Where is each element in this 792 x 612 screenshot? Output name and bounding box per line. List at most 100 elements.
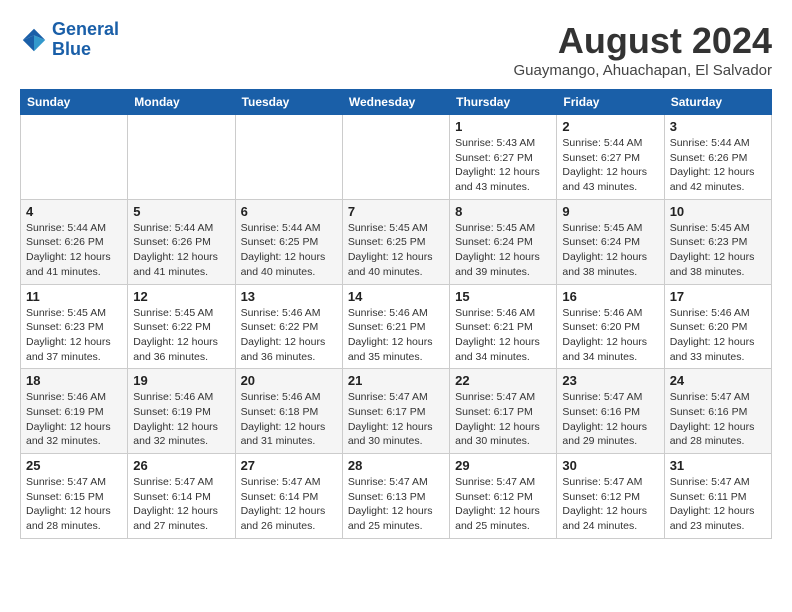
day-info: Sunrise: 5:44 AM Sunset: 6:26 PM Dayligh… [670, 136, 766, 195]
header-friday: Friday [557, 90, 664, 115]
day-info: Sunrise: 5:46 AM Sunset: 6:21 PM Dayligh… [348, 306, 444, 365]
week-row-3: 18Sunrise: 5:46 AM Sunset: 6:19 PM Dayli… [21, 369, 772, 454]
calendar-cell: 18Sunrise: 5:46 AM Sunset: 6:19 PM Dayli… [21, 369, 128, 454]
day-info: Sunrise: 5:47 AM Sunset: 6:13 PM Dayligh… [348, 475, 444, 534]
day-info: Sunrise: 5:47 AM Sunset: 6:16 PM Dayligh… [562, 390, 658, 449]
day-info: Sunrise: 5:47 AM Sunset: 6:12 PM Dayligh… [455, 475, 551, 534]
calendar-body: 1Sunrise: 5:43 AM Sunset: 6:27 PM Daylig… [21, 115, 772, 539]
day-number: 7 [348, 204, 444, 219]
calendar-cell: 30 Sunrise: 5:47 AM Sunset: 6:12 PM Dayli… [557, 454, 664, 539]
logo-line2: Blue [52, 39, 91, 59]
calendar-cell: 5 Sunrise: 5:44 AM Sunset: 6:26 PM Daylig… [128, 199, 235, 284]
calendar-cell: 4 Sunrise: 5:44 AM Sunset: 6:26 PM Daylig… [21, 199, 128, 284]
week-row-2: 11 Sunrise: 5:45 AM Sunset: 6:23 PM Dayli… [21, 284, 772, 369]
logo-icon [20, 26, 48, 54]
calendar-cell: 23Sunrise: 5:47 AM Sunset: 6:16 PM Dayli… [557, 369, 664, 454]
month-title: August 2024 [513, 20, 772, 62]
calendar-cell: 2 Sunrise: 5:44 AM Sunset: 6:27 PM Daylig… [557, 115, 664, 200]
calendar-cell: 13 Sunrise: 5:46 AM Sunset: 6:22 PM Dayli… [235, 284, 342, 369]
day-info: Sunrise: 5:46 AM Sunset: 6:22 PM Dayligh… [241, 306, 337, 365]
day-number: 4 [26, 204, 122, 219]
day-info: Sunrise: 5:47 AM Sunset: 6:12 PM Dayligh… [562, 475, 658, 534]
calendar-table: SundayMondayTuesdayWednesdayThursdayFrid… [20, 89, 772, 539]
location: Guaymango, Ahuachapan, El Salvador [513, 62, 772, 79]
calendar-cell: 26 Sunrise: 5:47 AM Sunset: 6:14 PM Dayli… [128, 454, 235, 539]
calendar-cell: 17 Sunrise: 5:46 AM Sunset: 6:20 PM Dayli… [664, 284, 771, 369]
day-number: 29 [455, 458, 551, 473]
day-info: Sunrise: 5:46 AM Sunset: 6:20 PM Dayligh… [670, 306, 766, 365]
day-info: Sunrise: 5:44 AM Sunset: 6:27 PM Dayligh… [562, 136, 658, 195]
day-number: 13 [241, 289, 337, 304]
header-wednesday: Wednesday [342, 90, 449, 115]
day-number: 28 [348, 458, 444, 473]
day-number: 8 [455, 204, 551, 219]
day-info: Sunrise: 5:45 AM Sunset: 6:23 PM Dayligh… [670, 221, 766, 280]
day-info: Sunrise: 5:47 AM Sunset: 6:15 PM Dayligh… [26, 475, 122, 534]
calendar-cell [235, 115, 342, 200]
logo-line1: General [52, 19, 119, 39]
day-info: Sunrise: 5:45 AM Sunset: 6:22 PM Dayligh… [133, 306, 229, 365]
day-number: 27 [241, 458, 337, 473]
day-info: Sunrise: 5:45 AM Sunset: 6:24 PM Dayligh… [455, 221, 551, 280]
day-info: Sunrise: 5:45 AM Sunset: 6:25 PM Dayligh… [348, 221, 444, 280]
calendar-cell: 10 Sunrise: 5:45 AM Sunset: 6:23 PM Dayli… [664, 199, 771, 284]
calendar-cell: 15 Sunrise: 5:46 AM Sunset: 6:21 PM Dayli… [450, 284, 557, 369]
day-number: 26 [133, 458, 229, 473]
logo: General Blue [20, 20, 119, 60]
day-number: 3 [670, 119, 766, 134]
day-info: Sunrise: 5:47 AM Sunset: 6:16 PM Dayligh… [670, 390, 766, 449]
day-number: 16 [562, 289, 658, 304]
day-number: 14 [348, 289, 444, 304]
header-row: SundayMondayTuesdayWednesdayThursdayFrid… [21, 90, 772, 115]
calendar-cell: 7 Sunrise: 5:45 AM Sunset: 6:25 PM Daylig… [342, 199, 449, 284]
calendar-cell: 29 Sunrise: 5:47 AM Sunset: 6:12 PM Dayli… [450, 454, 557, 539]
calendar-cell: 9Sunrise: 5:45 AM Sunset: 6:24 PM Daylig… [557, 199, 664, 284]
calendar-cell: 12Sunrise: 5:45 AM Sunset: 6:22 PM Dayli… [128, 284, 235, 369]
day-number: 10 [670, 204, 766, 219]
header-thursday: Thursday [450, 90, 557, 115]
calendar-cell: 28 Sunrise: 5:47 AM Sunset: 6:13 PM Dayli… [342, 454, 449, 539]
day-info: Sunrise: 5:44 AM Sunset: 6:26 PM Dayligh… [26, 221, 122, 280]
day-number: 11 [26, 289, 122, 304]
calendar-cell: 6Sunrise: 5:44 AM Sunset: 6:25 PM Daylig… [235, 199, 342, 284]
day-info: Sunrise: 5:47 AM Sunset: 6:11 PM Dayligh… [670, 475, 766, 534]
logo-text: General Blue [52, 20, 119, 60]
day-number: 17 [670, 289, 766, 304]
day-number: 15 [455, 289, 551, 304]
day-number: 21 [348, 373, 444, 388]
calendar-cell: 25Sunrise: 5:47 AM Sunset: 6:15 PM Dayli… [21, 454, 128, 539]
title-block: August 2024 Guaymango, Ahuachapan, El Sa… [513, 20, 772, 79]
day-info: Sunrise: 5:47 AM Sunset: 6:14 PM Dayligh… [133, 475, 229, 534]
page-header: General Blue August 2024 Guaymango, Ahua… [20, 20, 772, 79]
day-info: Sunrise: 5:46 AM Sunset: 6:20 PM Dayligh… [562, 306, 658, 365]
day-info: Sunrise: 5:43 AM Sunset: 6:27 PM Dayligh… [455, 136, 551, 195]
day-number: 20 [241, 373, 337, 388]
calendar-cell: 1Sunrise: 5:43 AM Sunset: 6:27 PM Daylig… [450, 115, 557, 200]
day-info: Sunrise: 5:45 AM Sunset: 6:23 PM Dayligh… [26, 306, 122, 365]
calendar-cell [128, 115, 235, 200]
calendar-cell: 11 Sunrise: 5:45 AM Sunset: 6:23 PM Dayli… [21, 284, 128, 369]
day-number: 2 [562, 119, 658, 134]
day-info: Sunrise: 5:46 AM Sunset: 6:21 PM Dayligh… [455, 306, 551, 365]
week-row-4: 25Sunrise: 5:47 AM Sunset: 6:15 PM Dayli… [21, 454, 772, 539]
day-number: 6 [241, 204, 337, 219]
day-number: 30 [562, 458, 658, 473]
day-number: 5 [133, 204, 229, 219]
calendar-cell: 8 Sunrise: 5:45 AM Sunset: 6:24 PM Daylig… [450, 199, 557, 284]
calendar-cell: 20Sunrise: 5:46 AM Sunset: 6:18 PM Dayli… [235, 369, 342, 454]
calendar-cell: 14 Sunrise: 5:46 AM Sunset: 6:21 PM Dayli… [342, 284, 449, 369]
day-info: Sunrise: 5:47 AM Sunset: 6:14 PM Dayligh… [241, 475, 337, 534]
day-info: Sunrise: 5:46 AM Sunset: 6:19 PM Dayligh… [133, 390, 229, 449]
day-info: Sunrise: 5:44 AM Sunset: 6:26 PM Dayligh… [133, 221, 229, 280]
calendar-cell [21, 115, 128, 200]
calendar-header: SundayMondayTuesdayWednesdayThursdayFrid… [21, 90, 772, 115]
header-sunday: Sunday [21, 90, 128, 115]
calendar-cell: 21 Sunrise: 5:47 AM Sunset: 6:17 PM Dayli… [342, 369, 449, 454]
day-info: Sunrise: 5:47 AM Sunset: 6:17 PM Dayligh… [348, 390, 444, 449]
day-number: 22 [455, 373, 551, 388]
day-info: Sunrise: 5:45 AM Sunset: 6:24 PM Dayligh… [562, 221, 658, 280]
calendar-cell: 19Sunrise: 5:46 AM Sunset: 6:19 PM Dayli… [128, 369, 235, 454]
day-info: Sunrise: 5:47 AM Sunset: 6:17 PM Dayligh… [455, 390, 551, 449]
day-number: 31 [670, 458, 766, 473]
header-tuesday: Tuesday [235, 90, 342, 115]
